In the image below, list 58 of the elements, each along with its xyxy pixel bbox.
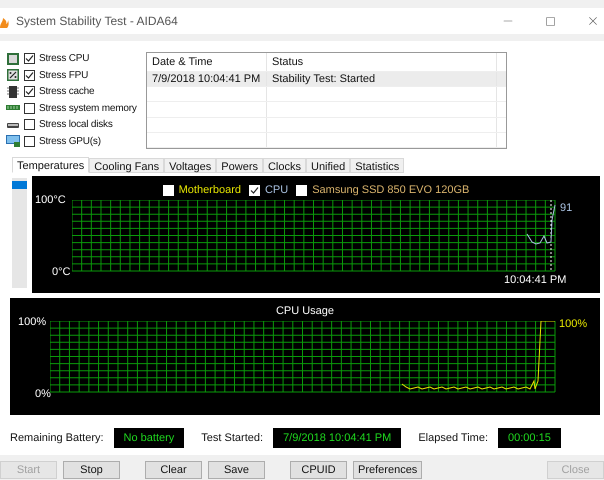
checkbox[interactable] [296, 184, 308, 196]
option-label: Stress system memory [39, 102, 137, 116]
table-cell: 7/9/2018 10:04:41 PM [147, 72, 267, 86]
option-label: Stress FPU [39, 68, 88, 82]
status-label: Test Started: [201, 430, 264, 446]
temperature-trace [526, 204, 556, 245]
legend-label: CPU [264, 183, 288, 198]
time-label: 10:04:41 PM [504, 273, 566, 288]
checkbox[interactable] [248, 184, 260, 196]
axis-label: 100% [18, 315, 46, 330]
checkbox[interactable] [24, 102, 35, 114]
legend-label: Motherboard [178, 183, 241, 198]
scrollbar-thumb[interactable] [12, 181, 27, 189]
checkbox[interactable] [24, 136, 35, 146]
status-value: 00:00:15 [498, 428, 561, 448]
tab[interactable]: Voltages [164, 158, 216, 173]
status-value: 7/9/2018 10:04:41 PM [273, 428, 402, 448]
status-value: No battery [114, 428, 184, 448]
option-label: Stress cache [39, 85, 94, 99]
checkbox[interactable] [24, 119, 35, 130]
status-label: Remaining Battery: [10, 430, 104, 446]
column-header: Status [267, 53, 497, 71]
legend-label: Samsung SSD 850 EVO 120GB [312, 183, 470, 198]
maximize-icon[interactable] [545, 16, 556, 26]
time-marker [550, 200, 552, 272]
action-button[interactable]: Preferences [353, 461, 422, 479]
checkbox[interactable] [24, 53, 35, 64]
checkbox[interactable] [24, 86, 35, 97]
tab[interactable]: Cooling Fans [89, 158, 164, 173]
percent-chip-icon [6, 69, 20, 81]
column-header: Date & Time [147, 53, 267, 71]
chart-title: CPU Usage [276, 304, 334, 319]
tab[interactable]: Statistics [350, 158, 404, 173]
scrollbar[interactable] [12, 178, 27, 288]
option-label: Stress GPU(s) [39, 134, 101, 148]
checkbox[interactable] [162, 184, 174, 196]
value-label: 91 [560, 201, 572, 216]
status-label: Elapsed Time: [418, 430, 488, 446]
option-label: Stress local disks [39, 118, 113, 132]
action-button[interactable]: Save [208, 461, 265, 479]
table-cell: Stability Test: Started [267, 72, 497, 86]
tab[interactable]: Temperatures [12, 157, 90, 173]
memory-chip-icon [6, 86, 20, 98]
action-button[interactable]: CPUID [290, 461, 347, 479]
tab[interactable]: Clocks [262, 158, 306, 173]
action-button[interactable]: Clear [145, 461, 202, 479]
option-label: Stress CPU [39, 52, 90, 66]
window-title: System Stability Test - AIDA64 [16, 13, 178, 30]
tab[interactable]: Powers [216, 158, 263, 173]
action-button[interactable]: Stop [63, 461, 120, 479]
value-label: 100% [559, 317, 588, 332]
checkbox[interactable] [24, 70, 35, 80]
axis-label: 0% [35, 387, 51, 402]
tab[interactable]: Unified [306, 158, 350, 173]
axis-label: 0°C [52, 265, 70, 280]
axis-label: 100°C [35, 193, 66, 208]
monitor-icon [6, 135, 20, 147]
chip-icon [6, 52, 20, 64]
